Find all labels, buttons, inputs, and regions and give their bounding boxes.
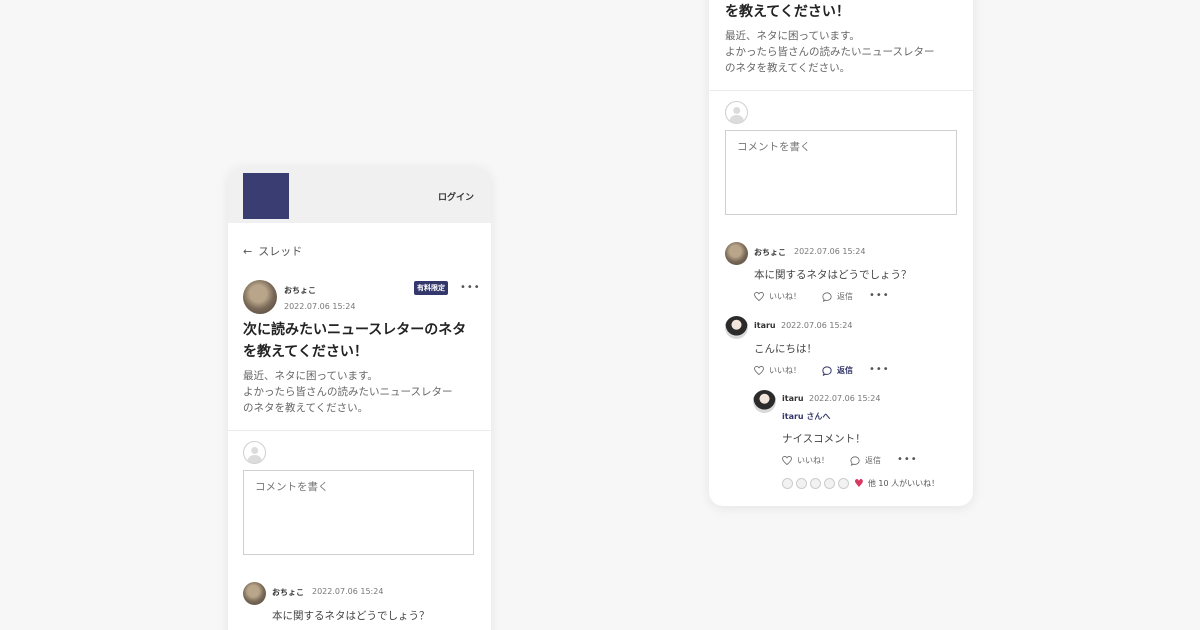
post-title: を教えてください！ — [725, 4, 850, 20]
login-button[interactable]: ログイン — [438, 190, 474, 203]
liker-avatar — [838, 478, 849, 489]
likers-text: 他 10 人がいいね！ — [867, 479, 940, 488]
avatar[interactable] — [753, 390, 776, 413]
like-label: いいね！ — [769, 292, 801, 301]
divider — [228, 430, 491, 431]
speech-bubble-icon — [850, 455, 860, 466]
comment-date: 2022.07.06 15:24 — [794, 247, 866, 256]
comment-text: 本に関するネタはどうでしょう？ — [272, 610, 430, 622]
avatar[interactable] — [243, 280, 277, 314]
comment-date: 2022.07.06 15:24 — [781, 321, 853, 330]
thread-card-left: ログイン ← スレッド おちょこ 2022.07.06 15:24 有料限定 ••… — [228, 167, 491, 630]
heart-icon — [754, 366, 764, 375]
liker-avatar — [810, 478, 821, 489]
post-body-line: 最近、ネタに困っています。 — [243, 370, 378, 382]
post-body: 最近、ネタに困っています。 よかったら皆さんの読みたいニュースレター のネタを教… — [725, 28, 965, 76]
heart-icon — [754, 292, 764, 301]
more-icon[interactable]: ••• — [869, 365, 890, 375]
paid-badge: 有料限定 — [414, 281, 448, 295]
post-body-line: よかったら皆さんの読みたいニュースレター — [243, 386, 453, 398]
more-icon[interactable]: ••• — [897, 455, 918, 465]
reply-author[interactable]: itaru — [782, 394, 804, 403]
post-title: 次に読みたいニュースレターのネタを教えてください！ — [243, 322, 467, 360]
app-header: ログイン — [228, 167, 491, 223]
post-date: 2022.07.06 15:24 — [284, 302, 356, 311]
back-link[interactable]: ← スレッド — [243, 243, 302, 259]
like-label: いいね！ — [769, 366, 801, 375]
comment-author[interactable]: itaru — [754, 321, 776, 330]
reply-label: 返信 — [865, 456, 881, 465]
liker-avatar — [782, 478, 793, 489]
back-label: スレッド — [258, 245, 303, 258]
more-icon[interactable]: ••• — [869, 291, 890, 301]
liker-avatar — [796, 478, 807, 489]
divider — [709, 90, 973, 91]
comment-author[interactable]: おちょこ — [272, 587, 304, 598]
reply-text: ナイスコメント！ — [782, 433, 866, 445]
like-button[interactable]: いいね！ — [782, 455, 829, 466]
current-user-avatar — [725, 101, 748, 124]
reply-to-label[interactable]: itaru さんへ — [782, 411, 830, 422]
current-user-avatar — [243, 441, 266, 464]
post-body: 最近、ネタに困っています。 よかったら皆さんの読みたいニュースレター のネタを教… — [243, 368, 483, 416]
post-body-line: のネタを教えてください。 — [725, 62, 851, 74]
like-button[interactable]: いいね！ — [754, 291, 801, 302]
comment-author[interactable]: おちょこ — [754, 247, 786, 258]
speech-bubble-icon — [822, 291, 832, 302]
post-author[interactable]: おちょこ — [284, 285, 316, 296]
post-body-line: 最近、ネタに困っています。 — [725, 30, 860, 42]
speech-bubble-icon — [822, 365, 832, 376]
reply-label: 返信 — [837, 292, 853, 301]
liker-avatar — [824, 478, 835, 489]
reply-label: 返信 — [837, 366, 853, 375]
likers-summary[interactable]: ♥ 他 10 人がいいね！ — [782, 477, 939, 490]
reply-button[interactable]: 返信 — [850, 455, 881, 466]
more-icon[interactable]: ••• — [460, 283, 481, 293]
comment-text: 本に関するネタはどうでしょう？ — [754, 269, 912, 281]
heart-icon — [782, 456, 792, 465]
reply-date: 2022.07.06 15:24 — [809, 394, 881, 403]
comment-date: 2022.07.06 15:24 — [312, 587, 384, 596]
comment-text: こんにちは！ — [754, 343, 817, 355]
reply-button[interactable]: 返信 — [822, 365, 853, 376]
comment-input[interactable]: コメントを書く — [243, 470, 474, 555]
post-body-line: よかったら皆さんの読みたいニュースレター — [725, 46, 935, 58]
avatar[interactable] — [725, 316, 748, 339]
logo[interactable] — [243, 173, 289, 219]
avatar[interactable] — [243, 582, 266, 605]
post-body-line: のネタを教えてください。 — [243, 402, 369, 414]
back-arrow-icon: ← — [243, 245, 253, 258]
thread-card-right: を教えてください！ 最近、ネタに困っています。 よかったら皆さんの読みたいニュー… — [709, 0, 973, 506]
avatar[interactable] — [725, 242, 748, 265]
heart-filled-icon: ♥ — [854, 477, 864, 490]
like-button[interactable]: いいね！ — [754, 365, 801, 376]
like-label: いいね！ — [797, 456, 829, 465]
comment-input[interactable]: コメントを書く — [725, 130, 957, 215]
reply-button[interactable]: 返信 — [822, 291, 853, 302]
